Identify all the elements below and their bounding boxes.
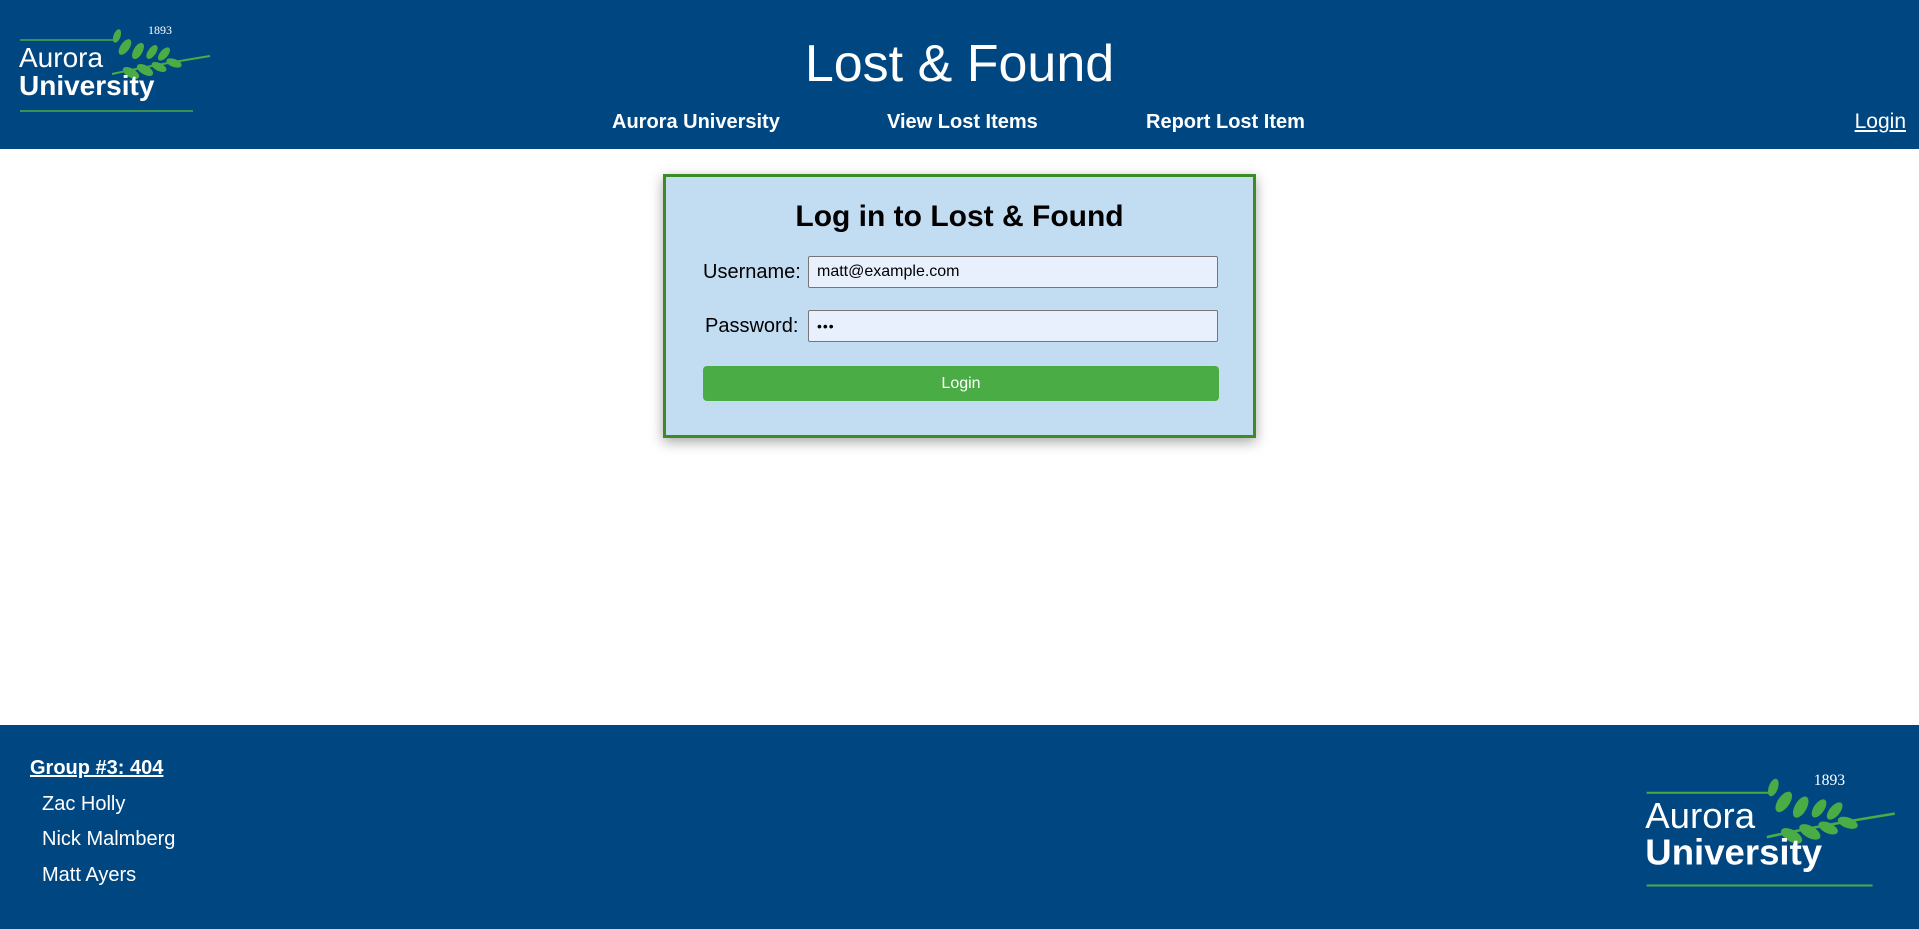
footer-aurora-university-logo: 1893 Aurora University — [1645, 772, 1895, 887]
group-title[interactable]: Group #3: 404 — [30, 756, 163, 780]
logo-year: 1893 — [1814, 772, 1845, 789]
site-header: 1893 Aurora University Lost & Found Auro… — [0, 0, 1919, 149]
login-card: Log in to Lost & Found Username: Passwor… — [663, 174, 1256, 438]
nav-link-view-lost-items[interactable]: View Lost Items — [887, 110, 1038, 134]
username-label: Username: — [703, 261, 801, 283]
password-input[interactable] — [808, 310, 1218, 342]
login-link[interactable]: Login — [1855, 110, 1906, 134]
nav-link-aurora-university[interactable]: Aurora University — [612, 110, 780, 134]
logo-line-2: University — [1645, 832, 1822, 873]
login-button[interactable]: Login — [703, 366, 1219, 401]
member-name: Zac Holly — [42, 793, 126, 815]
password-label: Password: — [705, 315, 799, 337]
username-input[interactable] — [808, 256, 1218, 288]
login-title: Log in to Lost & Found — [795, 200, 1124, 233]
nav-link-report-lost-item[interactable]: Report Lost Item — [1146, 110, 1305, 134]
logo-line-1: Aurora — [1645, 795, 1755, 836]
member-name: Matt Ayers — [42, 864, 137, 886]
member-name: Nick Malmberg — [42, 828, 176, 850]
site-footer: Group #3: 404 Zac Holly Nick Malmberg Ma… — [0, 725, 1919, 929]
site-title: Lost & Found — [804, 35, 1115, 93]
